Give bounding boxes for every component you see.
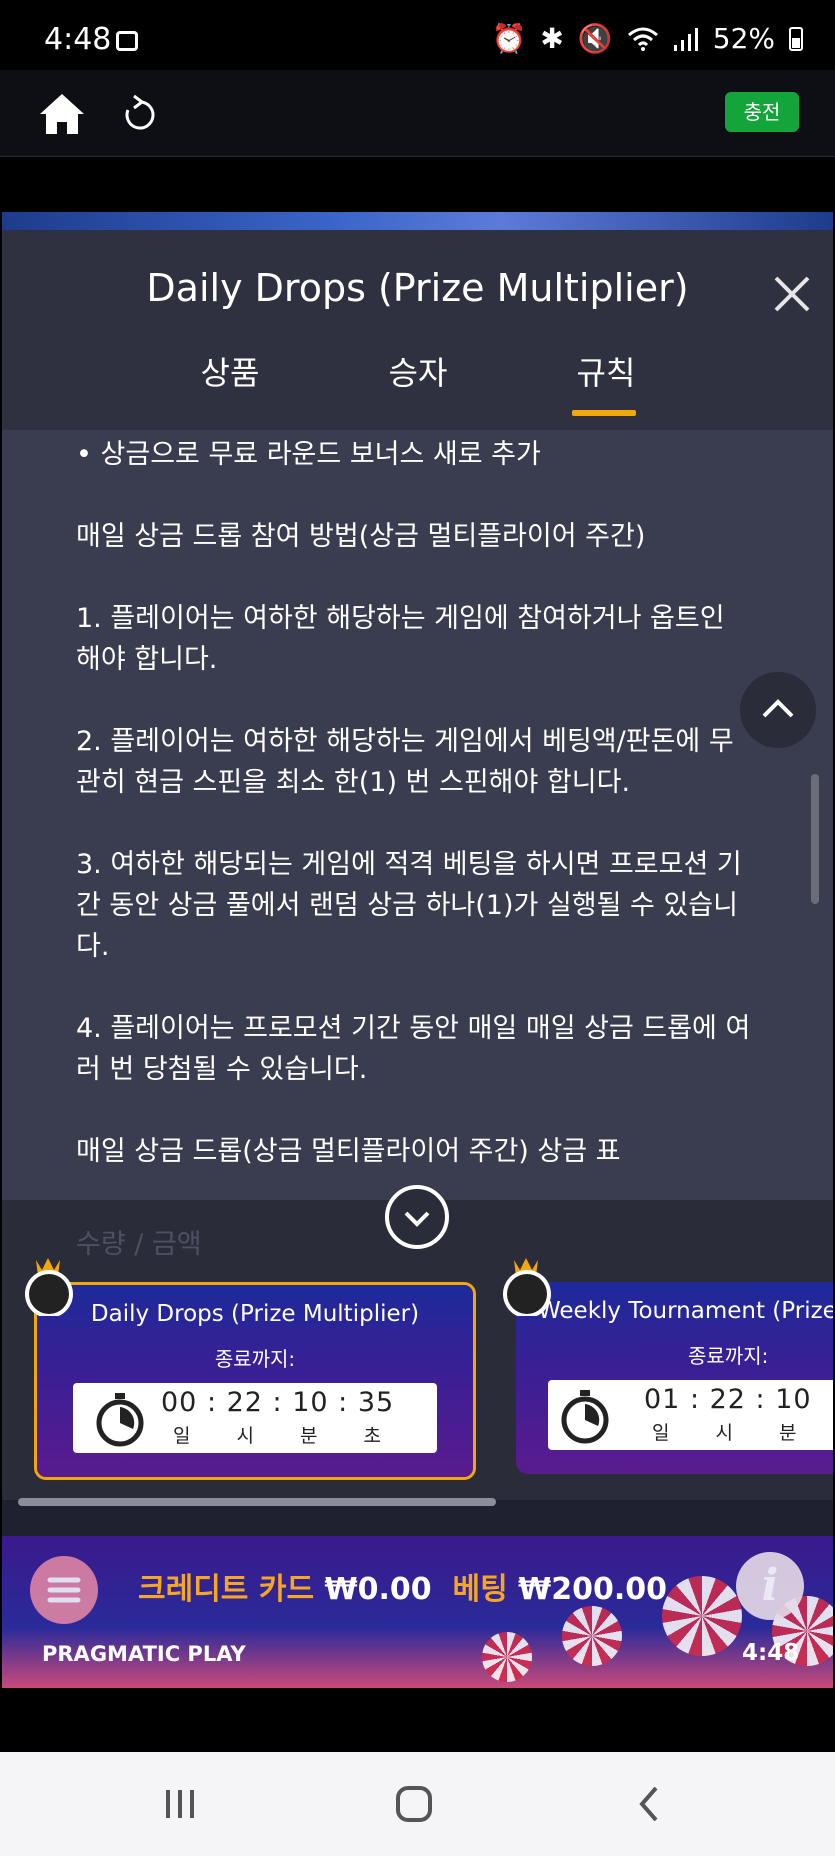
menu-button[interactable]	[30, 1556, 98, 1624]
countdown-units: 일 시 분 초	[173, 1425, 382, 1447]
home-nav-icon[interactable]	[394, 1784, 434, 1824]
promo-card-title: Weekly Tournament (Prize M	[538, 1298, 833, 1324]
rules-item: 2. 플레이어는 여하한 해당하는 게임에서 베팅액/판돈에 무관히 현금 스핀…	[76, 726, 734, 798]
rules-heading: 매일 상금 드롭 참여 방법(상금 멀티플라이어 주간)	[76, 521, 646, 552]
stopwatch-icon	[96, 1393, 144, 1447]
back-icon[interactable]	[634, 1784, 664, 1824]
brand-logo: PRAGMATIC PLAY	[42, 1642, 246, 1666]
rules-line: • 상금으로 무료 라운드 보너스 새로 추가	[76, 439, 541, 470]
hud-balance: 크레디트 카드 ₩0.00 베팅 ₩200.00	[138, 1564, 667, 1608]
countdown-timer: 00 : 22 : 10 : 35 일 시 분 초	[73, 1383, 437, 1453]
reload-icon[interactable]	[120, 92, 160, 136]
chevron-up-icon	[762, 699, 794, 718]
rules-text: • 상금으로 무료 라운드 보너스 새로 추가 매일 상금 드롭 참여 방법(상…	[76, 434, 756, 1200]
countdown-units: 일 시 분	[652, 1422, 797, 1444]
countdown-timer: 01 : 22 : 10 일 시 분	[548, 1380, 833, 1450]
stopwatch-icon	[561, 1390, 609, 1444]
vertical-scrollbar[interactable]	[811, 774, 819, 904]
wifi-icon	[627, 27, 658, 51]
rules-item: 4. 플레이어는 프로모션 기간 동안 매일 매일 상금 드롭에 여러 번 당첨…	[76, 1013, 751, 1085]
recent-apps-icon[interactable]	[162, 1784, 198, 1824]
info-button[interactable]: i	[736, 1552, 804, 1620]
browser-toolbar: 충전	[0, 70, 835, 157]
candy-decoration	[662, 1576, 742, 1656]
charge-button[interactable]: 충전	[725, 92, 799, 132]
rules-content[interactable]: • 상금으로 무료 라운드 보너스 새로 추가 매일 상금 드롭 참여 방법(상…	[2, 430, 833, 1200]
drops-and-wins-badge	[25, 1258, 73, 1316]
game-hud: 크레디트 카드 ₩0.00 베팅 ₩200.00 i PRAGMATIC PLA…	[2, 1536, 833, 1688]
modal-header: Daily Drops (Prize Multiplier) 상품 승자 규칙	[2, 230, 833, 442]
battery-percent: 52%	[712, 22, 775, 55]
hamburger-icon	[47, 1577, 81, 1603]
bet-value: ₩200.00	[518, 1572, 668, 1607]
drops-and-wins-badge	[503, 1258, 551, 1316]
countdown-digits: 00 : 22 : 10 : 35	[161, 1387, 395, 1418]
candy-decoration	[562, 1606, 622, 1666]
game-background-strip	[2, 212, 833, 230]
game-clock: 4:48	[742, 1640, 800, 1666]
promo-card-title: Daily Drops (Prize Multiplier)	[90, 1301, 420, 1327]
status-icons: ⏰ ✱ 🔇 52%	[492, 22, 803, 55]
status-bar: 4:48 ⏰ ✱ 🔇 52%	[0, 0, 835, 70]
mute-icon: 🔇	[577, 22, 613, 55]
faded-table-header: 수량 / 금액	[76, 1229, 202, 1260]
rules-heading: 매일 상금 드롭(상금 멀티플라이어 주간) 상금 표	[76, 1136, 621, 1167]
image-icon	[116, 31, 138, 51]
info-icon: i	[761, 1560, 779, 1611]
modal-title: Daily Drops (Prize Multiplier)	[146, 266, 689, 310]
credit-value: ₩0.00	[324, 1572, 432, 1607]
signal-icon	[673, 27, 698, 51]
alarm-icon: ⏰	[491, 22, 527, 55]
home-icon[interactable]	[38, 92, 86, 136]
active-tab-indicator	[572, 410, 636, 416]
tab-prizes[interactable]: 상품	[160, 348, 300, 394]
status-time: 4:48	[44, 22, 112, 57]
battery-icon	[789, 26, 803, 51]
close-icon[interactable]	[770, 272, 814, 316]
candy-decoration	[482, 1632, 532, 1682]
promo-card-subtitle: 종료까지:	[688, 1344, 769, 1368]
promo-card-subtitle: 종료까지:	[214, 1347, 296, 1371]
tab-winners[interactable]: 승자	[348, 348, 488, 394]
horizontal-scrollbar[interactable]	[18, 1498, 496, 1506]
credit-label: 크레디트 카드	[138, 1572, 315, 1607]
promo-card-weekly-tournament[interactable]: Weekly Tournament (Prize M 종료까지: 01 : 22…	[516, 1282, 833, 1474]
android-nav-bar	[0, 1752, 835, 1856]
bluetooth-icon: ✱	[540, 22, 564, 55]
scroll-up-button[interactable]	[740, 672, 816, 748]
bet-label: 베팅	[452, 1572, 508, 1607]
promo-card-daily-drops[interactable]: Daily Drops (Prize Multiplier) 종료까지: 00 …	[34, 1282, 476, 1480]
rules-item: 3. 여하한 해당되는 게임에 적격 베팅을 하시면 프로모션 기간 동안 상금…	[76, 849, 742, 962]
rules-item: 1. 플레이어는 여하한 해당하는 게임에 참여하거나 옵트인 해야 합니다.	[76, 603, 725, 675]
tab-rules[interactable]: 규칙	[536, 348, 676, 394]
countdown-digits: 01 : 22 : 10	[644, 1384, 812, 1415]
chevron-down-icon[interactable]	[382, 1182, 452, 1252]
game-area: Daily Drops (Prize Multiplier) 상품 승자 규칙 …	[2, 212, 833, 1688]
